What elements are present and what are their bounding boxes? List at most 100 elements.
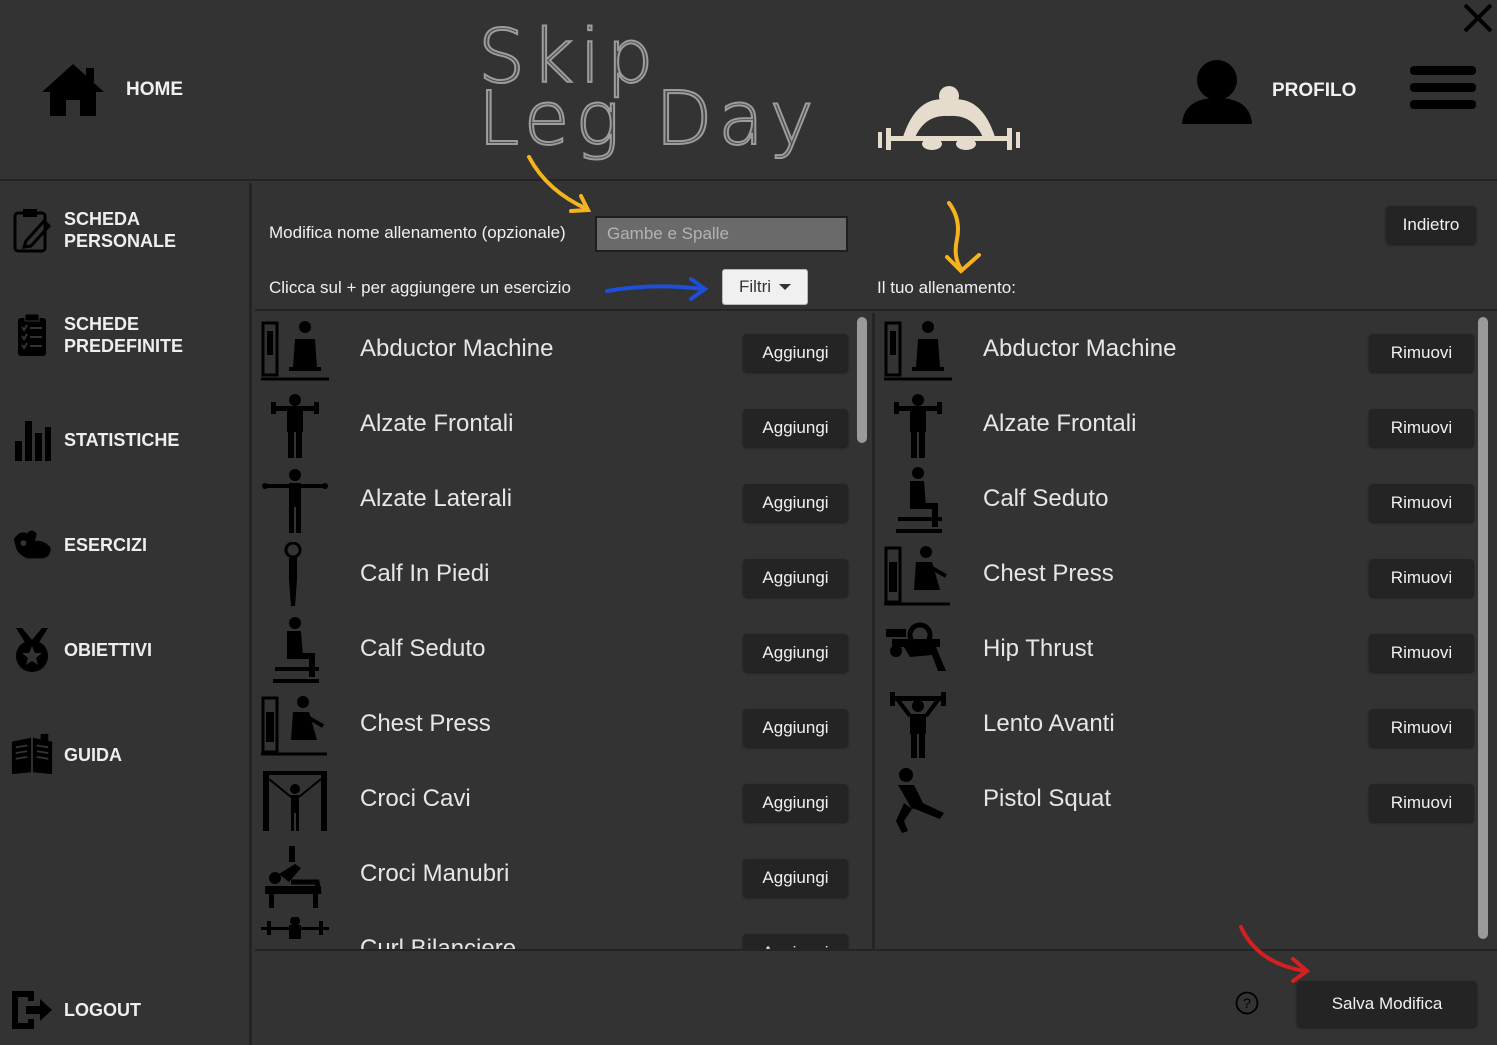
sidebar-item-label: SCHEDE PREDEFINITE [64,314,184,356]
logout-icon [10,985,54,1035]
sidebar-item-esercizi[interactable]: ESERCIZI [10,520,147,570]
exercise-row: Calf Seduto Rimuovi [878,463,1497,538]
bench-fly-icon [265,846,322,908]
save-button[interactable]: Salva Modifica [1297,981,1477,1027]
workout-name-input[interactable] [595,216,848,252]
exercise-row: Alzate Frontali Rimuovi [878,388,1497,463]
workout-exercise-list[interactable]: Pistol Squat Rimuovi Lento Avanti Rimuovi Hi… [878,313,1497,949]
help-icon[interactable]: ? [1235,991,1259,1015]
seated-calf-icon [896,467,942,533]
filter-dropdown[interactable]: Filtri [722,269,808,305]
remove-exercise-button[interactable]: Rimuovi [1369,409,1474,447]
remove-exercise-button[interactable]: Rimuovi [1369,784,1474,822]
dumbbell-person-icon [894,394,942,458]
available-exercise-list[interactable]: Curl Bilanciere Aggiungi Croci Manubri Aggi… [255,313,875,949]
exercise-name: Hip Thrust [983,635,1094,662]
exercise-row: Curl Bilanciere Aggiungi [255,913,872,949]
standing-calf-icon [284,542,302,606]
exercise-name: Curl Bilanciere [360,935,517,949]
annotation-arrow-red [1239,925,1311,983]
exercise-name: Calf Seduto [983,485,1109,512]
bar-chart-icon [10,415,54,465]
add-exercise-button[interactable]: Aggiungi [743,784,848,822]
logout-label: LOGOUT [64,1000,141,1020]
lateral-raise-icon [262,469,328,533]
app-logo: Skip Leg Day [477,13,1038,163]
home-label: HOME [126,79,183,100]
sidebar-item-scheda-personale[interactable]: SCHEDA PERSONALE [10,205,176,255]
filter-label: Filtri [738,277,772,296]
exercise-name: Abductor Machine [360,335,554,362]
remove-exercise-button[interactable]: Rimuovi [1369,709,1474,747]
add-exercise-button[interactable]: Aggiungi [743,709,848,747]
scrollbar-thumb[interactable] [857,317,867,443]
muscle-icon [10,520,54,570]
sidebar-item-obiettivi[interactable]: OBIETTIVI [10,625,152,675]
book-icon [10,730,54,780]
barbell-curl-icon [261,917,329,939]
workout-list-label: Il tuo allenamento: [877,278,1016,297]
seated-calf-icon [273,617,319,683]
add-exercise-button[interactable]: Aggiungi [743,559,848,597]
sidebar-item-label: STATISTICHE [64,430,180,450]
remove-exercise-button[interactable]: Rimuovi [1369,559,1474,597]
home-button[interactable]: HOME [40,62,183,118]
sidebar-item-label: SCHEDA PERSONALE [64,209,177,251]
sidebar-item-guida[interactable]: GUIDA [10,730,122,780]
machine-icon [884,321,952,381]
home-icon [42,64,104,116]
editor-footer: ? Salva Modifica [255,925,1497,1045]
exercise-row: Croci Manubri Aggiungi [255,838,872,913]
workout-editor: Modifica nome allenamento (opzionale) Cl… [255,155,1497,1045]
add-exercise-button[interactable]: Aggiungi [743,409,848,447]
exercise-row: Alzate Laterali Aggiungi [255,463,872,538]
close-icon[interactable] [1460,0,1496,36]
add-exercise-button[interactable]: Aggiungi [743,484,848,522]
add-hint-label: Clicca sul + per aggiungere un esercizio [269,278,571,297]
chevron-down-icon [779,284,792,290]
scrollbar-thumb[interactable] [1478,317,1488,939]
dumbbell-person-icon [271,394,319,458]
checklist-icon [10,310,54,360]
sidebar-item-statistiche[interactable]: STATISTICHE [10,415,179,465]
exercise-row: Chest Press Rimuovi [878,538,1497,613]
user-icon [1182,60,1252,124]
add-exercise-button[interactable]: Aggiungi [743,859,848,897]
hip-thrust-icon [886,622,946,671]
sidebar-item-label: GUIDA [64,745,122,765]
add-exercise-button[interactable]: Aggiungi [743,634,848,672]
exercise-name: Abductor Machine [983,335,1177,362]
logo-text-line2: Leg Day [477,75,820,163]
back-button[interactable]: Indietro [1386,206,1476,244]
exercise-row: Calf In Piedi Aggiungi [255,538,872,613]
sidebar: SCHEDA PERSONALE SCHEDE PREDEFINITE STAT… [0,183,252,1045]
exercise-row: Croci Cavi Aggiungi [255,763,872,838]
exercise-name: Lento Avanti [983,710,1115,737]
exercise-row: Alzate Frontali Aggiungi [255,388,872,463]
profile-label: PROFILO [1272,80,1357,101]
add-exercise-button[interactable]: Aggiungi [743,934,848,949]
remove-exercise-button[interactable]: Rimuovi [1369,634,1474,672]
exercise-row: Pistol Squat Rimuovi [878,763,1497,838]
remove-exercise-button[interactable]: Rimuovi [1369,334,1474,372]
exercise-row: Calf Seduto Aggiungi [255,613,872,688]
logout-button[interactable]: LOGOUT [10,985,141,1035]
exercise-name: Croci Manubri [360,860,510,887]
exercise-row: Lento Avanti Rimuovi [878,688,1497,763]
exercise-name: Croci Cavi [360,785,471,812]
name-field-label: Modifica nome allenamento (opzionale) [269,223,566,242]
menu-icon[interactable] [1410,66,1476,114]
exercise-row: Chest Press Aggiungi [255,688,872,763]
remove-exercise-button[interactable]: Rimuovi [1369,484,1474,522]
annotation-arrow-orange [945,201,981,274]
exercise-name: Chest Press [360,710,491,737]
add-exercise-button[interactable]: Aggiungi [743,334,848,372]
shoulder-press-icon [890,692,946,758]
sidebar-item-schede-predefinite[interactable]: SCHEDE PREDEFINITE [10,310,183,360]
medal-icon [10,625,54,675]
barbell-logo-icon [878,86,1020,150]
machine-icon [261,321,329,381]
exercise-name: Pistol Squat [983,785,1112,812]
annotation-arrow-blue [605,277,709,301]
profile-button[interactable]: PROFILO [1180,58,1356,124]
